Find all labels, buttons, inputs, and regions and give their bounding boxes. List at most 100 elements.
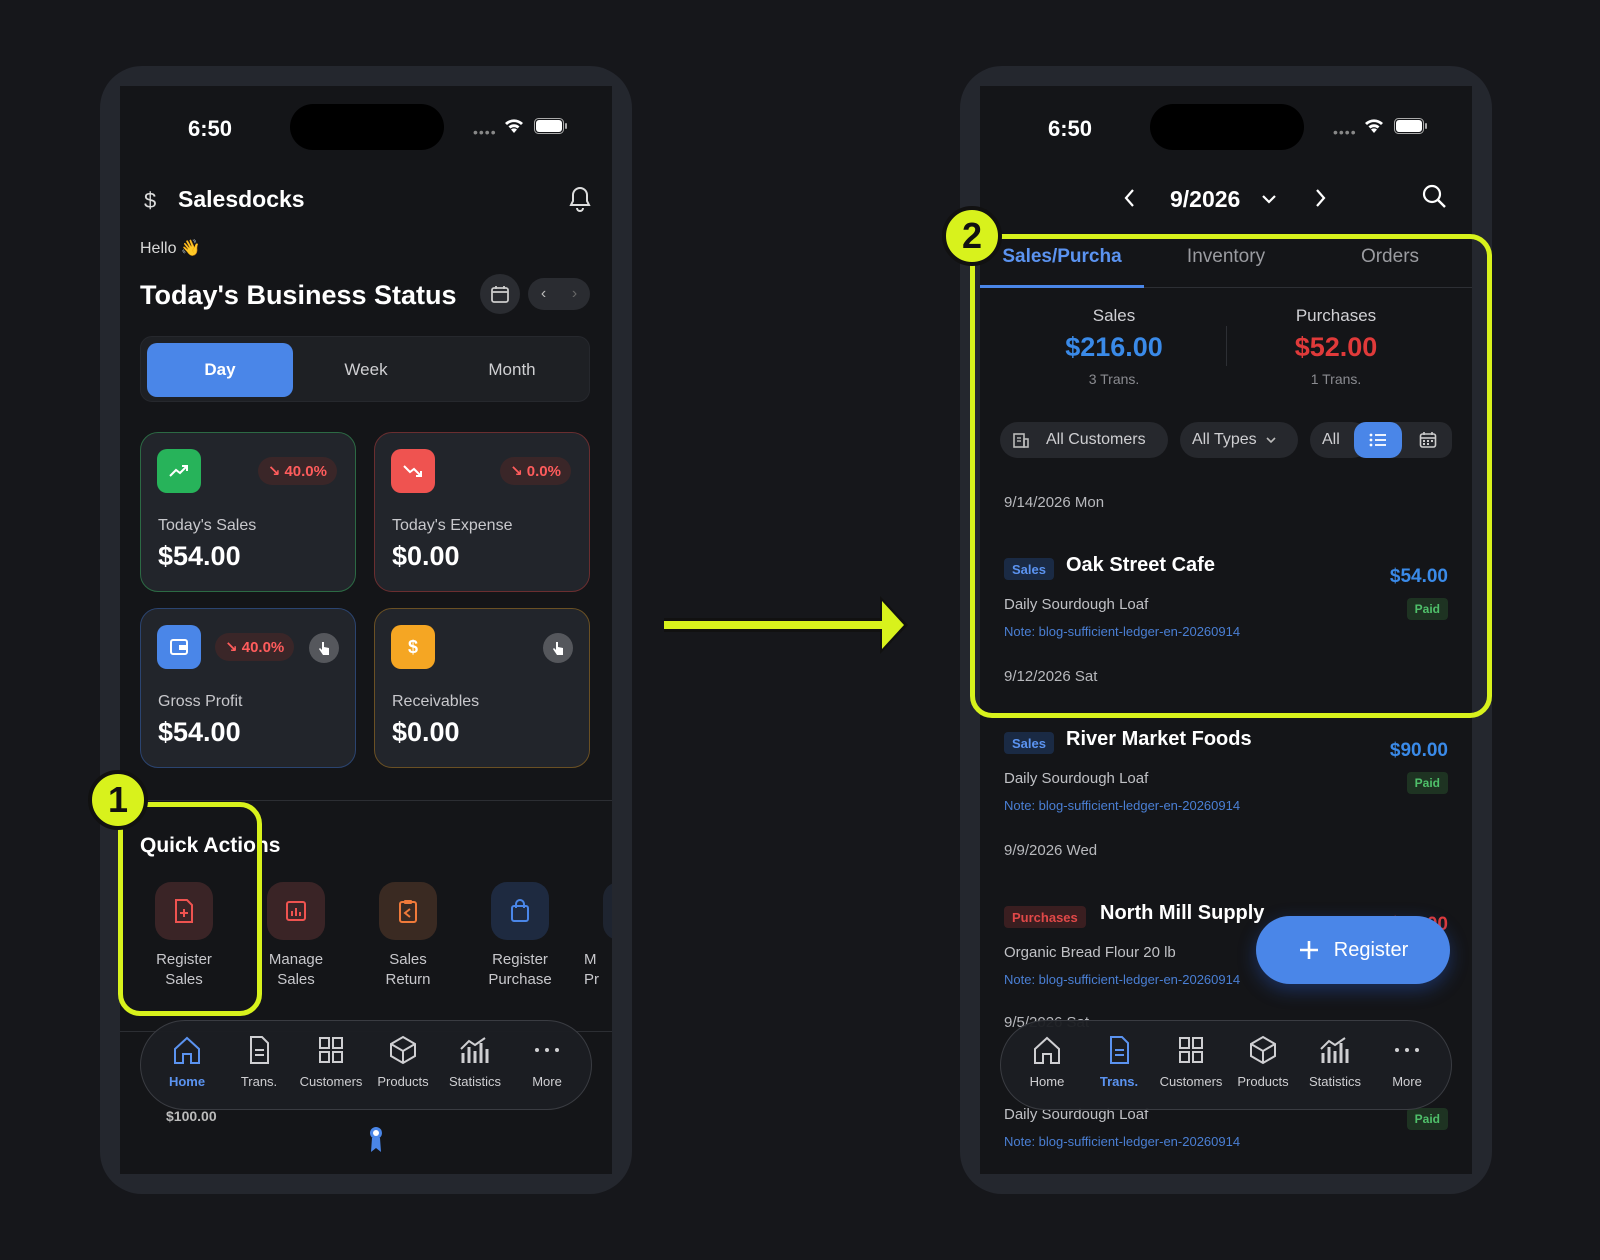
wifi-icon: [505, 119, 523, 133]
tab-home[interactable]: Home: [151, 1035, 223, 1089]
brand-name: Salesdocks: [178, 186, 305, 212]
tab-trans[interactable]: Trans.: [223, 1035, 295, 1089]
qa-label-line1: Sales: [389, 951, 427, 968]
partial-action-icon: [603, 882, 612, 940]
tab-label: Customers: [1159, 1074, 1223, 1089]
dollar-icon: $: [391, 625, 435, 669]
dynamic-island: [1150, 104, 1304, 150]
tab-label: Products: [1237, 1074, 1289, 1089]
change-badge: ↘ 0.0%: [500, 457, 571, 485]
period-day[interactable]: Day: [147, 343, 293, 397]
tab-label: Statistics: [1308, 1074, 1361, 1089]
clipboard-return-icon: [379, 882, 437, 940]
card-label: Today's Sales: [158, 517, 257, 534]
status-badge: Paid: [1406, 1108, 1448, 1130]
period-month[interactable]: Month: [439, 343, 585, 397]
tab-home[interactable]: Home: [1011, 1035, 1083, 1089]
qa-label-line2: Pr: [584, 971, 599, 988]
quick-action-sales-return[interactable]: Sales Return: [358, 882, 458, 990]
transaction-note: Note: blog-sufficient-ledger-en-20260914: [1004, 798, 1241, 813]
card-todays-sales[interactable]: ↘ 40.0% Today's Sales $54.00: [140, 432, 356, 592]
tab-label: Home: [1029, 1074, 1065, 1089]
transaction-note: Note: blog-sufficient-ledger-en-20260914: [1004, 972, 1241, 987]
document-icon: [250, 1036, 269, 1064]
home-icon: [174, 1036, 200, 1064]
qa-label-line2: Sales: [277, 971, 315, 988]
signal-icon: ••••: [1333, 124, 1357, 140]
hand-pointer-icon[interactable]: [309, 633, 339, 663]
period-week[interactable]: Week: [293, 343, 439, 397]
page-title: Today's Business Status: [140, 280, 457, 310]
tab-statistics[interactable]: Statistics: [1299, 1035, 1371, 1089]
quick-action-register-purchase[interactable]: Register Purchase: [470, 882, 570, 990]
highlight-box-step2: [970, 234, 1492, 718]
tab-label: Customers: [299, 1074, 363, 1089]
chevron-left-icon[interactable]: [1120, 186, 1140, 210]
status-badge: Paid: [1406, 772, 1448, 794]
card-value: $0.00: [392, 541, 460, 571]
tab-statistics[interactable]: Statistics: [439, 1035, 511, 1089]
tab-more[interactable]: More: [511, 1035, 583, 1089]
tab-label: More: [532, 1074, 562, 1089]
tab-label: Statistics: [448, 1074, 501, 1089]
card-value: $0.00: [392, 717, 460, 747]
home-icon: [1034, 1036, 1060, 1064]
bell-icon[interactable]: [568, 186, 592, 212]
plus-icon: [1299, 941, 1318, 959]
section-divider: [120, 800, 612, 801]
tab-trans[interactable]: Trans.: [1083, 1035, 1155, 1089]
card-gross-profit[interactable]: ↘ 40.0% Gross Profit $54.00: [140, 608, 356, 768]
tab-products[interactable]: Products: [1227, 1035, 1299, 1089]
counterparty-name: River Market Foods: [1066, 728, 1252, 750]
tab-label: Products: [377, 1074, 429, 1089]
step-number-badge: 2: [942, 206, 1002, 266]
search-icon[interactable]: [1420, 182, 1448, 210]
grid-icon: [1179, 1037, 1203, 1063]
card-label: Gross Profit: [158, 693, 243, 710]
transaction-amount: $90.00: [1389, 740, 1448, 761]
calendar-icon: [491, 286, 509, 303]
more-dots-icon: [1395, 1048, 1419, 1052]
transaction-note: Note: blog-sufficient-ledger-en-20260914: [1004, 1134, 1241, 1149]
dynamic-island: [290, 104, 444, 150]
change-badge: ↘ 40.0%: [257, 457, 337, 485]
change-badge: ↘ 40.0%: [215, 633, 295, 661]
cube-icon: [390, 1035, 416, 1065]
transaction-row[interactable]: Sales River Market Foods Daily Sourdough…: [1004, 726, 1448, 826]
card-todays-expense[interactable]: ↘ 0.0% Today's Expense $0.00: [374, 432, 590, 592]
cube-icon: [1250, 1035, 1276, 1065]
fab-label: Register: [1333, 938, 1409, 961]
card-value: $54.00: [158, 541, 241, 571]
bar-chart-icon: [460, 1037, 489, 1063]
tab-label: Home: [168, 1074, 206, 1089]
chevron-down-icon[interactable]: [1260, 192, 1278, 206]
qa-label-line1: Register: [492, 951, 548, 968]
chevron-right-icon[interactable]: ›: [572, 285, 577, 303]
item-name: Organic Bread Flour 20 lb: [1004, 944, 1176, 961]
tab-customers[interactable]: Customers: [295, 1035, 367, 1089]
tab-more[interactable]: More: [1371, 1035, 1443, 1089]
qa-label-line1: Manage: [268, 951, 324, 968]
month-label[interactable]: 9/2026: [1170, 186, 1240, 213]
quick-action-partial[interactable]: M Pr: [582, 882, 612, 990]
card-receivables[interactable]: $ Receivables $0.00: [374, 608, 590, 768]
register-fab-button[interactable]: Register: [1256, 916, 1450, 984]
bottom-tab-bar: Home Trans. Customers Products Statistic…: [1000, 1020, 1452, 1110]
wifi-icon: [1365, 119, 1383, 133]
grid-icon: [319, 1037, 343, 1063]
document-icon: [1110, 1036, 1129, 1064]
highlight-box-step1: [118, 802, 262, 1016]
period-selector: Day Week Month: [140, 336, 590, 402]
shopping-bag-icon: [491, 882, 549, 940]
chevron-left-icon[interactable]: ‹: [541, 285, 546, 303]
qa-label-line1: M: [584, 951, 597, 968]
greeting: Hello 👋: [140, 240, 201, 257]
tab-customers[interactable]: Customers: [1155, 1035, 1227, 1089]
chart-axis-peek: $100.00: [166, 1108, 217, 1124]
hand-pointer-icon[interactable]: [543, 633, 573, 663]
tab-products[interactable]: Products: [367, 1035, 439, 1089]
step-number-badge: 1: [88, 770, 148, 830]
chevron-right-icon[interactable]: [1310, 186, 1330, 210]
trend-up-icon: [157, 449, 201, 493]
calendar-button[interactable]: [480, 274, 520, 314]
